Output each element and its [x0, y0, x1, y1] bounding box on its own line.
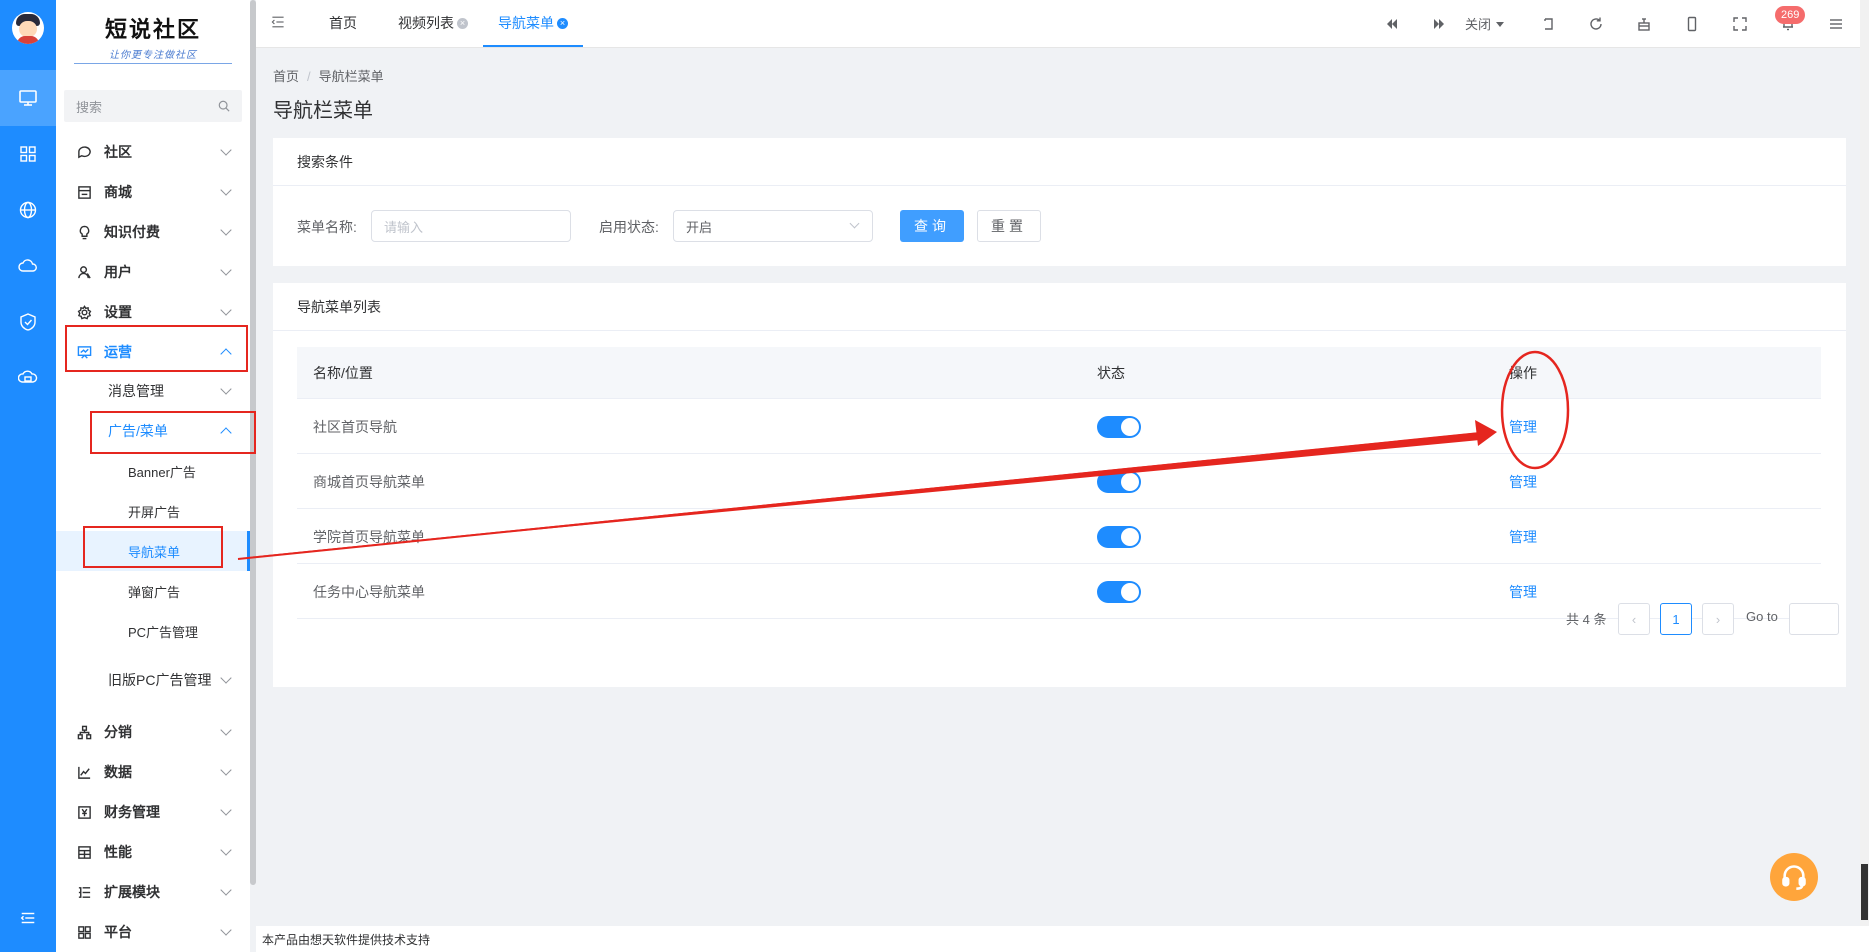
- annotation-arrow-line: [237, 432, 1483, 560]
- customer-service-button[interactable]: [1770, 853, 1818, 901]
- footer: 本产品由想天软件提供技术支持: [256, 926, 1869, 952]
- page-scrollbar[interactable]: [1860, 0, 1869, 926]
- annotation-ellipse: [1500, 350, 1570, 470]
- annotation-arrow: [238, 432, 1480, 558]
- annotation-overlay: [237, 350, 1570, 560]
- headset-icon: [1782, 865, 1806, 890]
